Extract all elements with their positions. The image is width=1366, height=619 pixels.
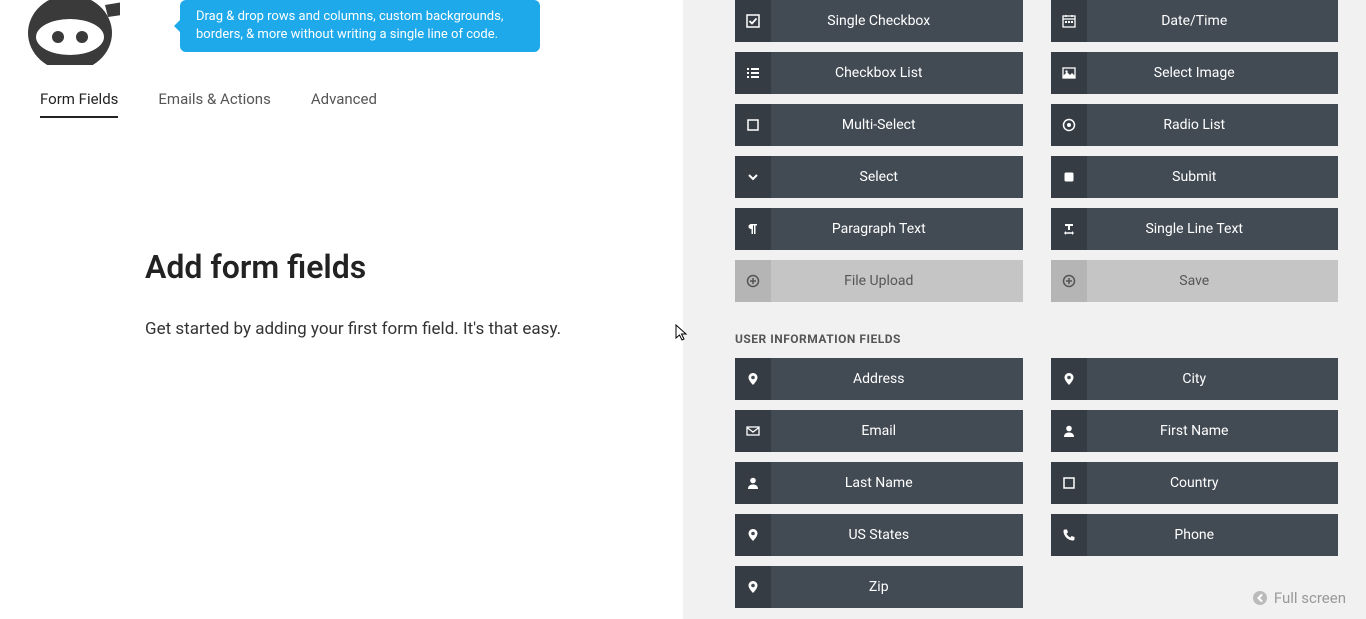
field-label: File Upload <box>771 273 1023 289</box>
field-submit[interactable]: Submit <box>1051 156 1339 198</box>
ninja-logo <box>20 0 120 65</box>
user-icon <box>1051 410 1087 452</box>
user-fields-header: USER INFORMATION FIELDS <box>735 332 1338 346</box>
field-file-upload: File Upload <box>735 260 1023 302</box>
text-width-icon <box>1051 208 1087 250</box>
field-select[interactable]: Select <box>735 156 1023 198</box>
field-label: Phone <box>1087 527 1339 543</box>
field-select-image[interactable]: Select Image <box>1051 52 1339 94</box>
field-label: Select Image <box>1087 65 1339 81</box>
user-field-city[interactable]: City <box>1051 358 1339 400</box>
field-label: Multi-Select <box>771 117 1023 133</box>
field-date-time[interactable]: Date/Time <box>1051 0 1339 42</box>
list-icon <box>735 52 771 94</box>
field-single-checkbox[interactable]: Single Checkbox <box>735 0 1023 42</box>
tab-emails-actions[interactable]: Emails & Actions <box>158 90 270 118</box>
field-label: City <box>1087 371 1339 387</box>
user-field-phone[interactable]: Phone <box>1051 514 1339 556</box>
field-label: Submit <box>1087 169 1339 185</box>
field-paragraph-text[interactable]: Paragraph Text <box>735 208 1023 250</box>
map-marker-icon <box>735 514 771 556</box>
field-label: Checkbox List <box>771 65 1023 81</box>
calendar-icon <box>1051 0 1087 42</box>
fullscreen-label: Full screen <box>1274 589 1346 607</box>
check-square-icon <box>735 0 771 42</box>
envelope-icon <box>735 410 771 452</box>
page-title: Add form fields <box>145 248 643 286</box>
field-save: Save <box>1051 260 1339 302</box>
plus-circle-icon <box>735 260 771 302</box>
square-icon <box>735 104 771 146</box>
field-label: First Name <box>1087 423 1339 439</box>
field-label: Paragraph Text <box>771 221 1023 237</box>
plus-circle-icon <box>1051 260 1087 302</box>
field-label: Select <box>771 169 1023 185</box>
field-radio-list[interactable]: Radio List <box>1051 104 1339 146</box>
common-fields-grid: Single Checkbox Date/Time Checkbox List Sel… <box>735 0 1338 302</box>
field-multi-select[interactable]: Multi-Select <box>735 104 1023 146</box>
user-field-email[interactable]: Email <box>735 410 1023 452</box>
user-field-first-name[interactable]: First Name <box>1051 410 1339 452</box>
field-label: US States <box>771 527 1023 543</box>
user-icon <box>735 462 771 504</box>
field-single-line-text[interactable]: Single Line Text <box>1051 208 1339 250</box>
paragraph-icon <box>735 208 771 250</box>
field-label: Last Name <box>771 475 1023 491</box>
field-label: Date/Time <box>1087 13 1339 29</box>
map-marker-icon <box>735 358 771 400</box>
field-label: Country <box>1087 475 1339 491</box>
field-checkbox-list[interactable]: Checkbox List <box>735 52 1023 94</box>
user-field-country[interactable]: Country <box>1051 462 1339 504</box>
field-label: Radio List <box>1087 117 1339 133</box>
field-label: Zip <box>771 579 1023 595</box>
square-filled-icon <box>1051 156 1087 198</box>
tab-advanced[interactable]: Advanced <box>311 90 377 118</box>
page-subtitle: Get started by adding your first form fi… <box>145 316 565 343</box>
user-fields-grid: Address City Email First Name Last Name Count… <box>735 358 1338 608</box>
user-field-address[interactable]: Address <box>735 358 1023 400</box>
user-field-zip[interactable]: Zip <box>735 566 1023 608</box>
dot-circle-icon <box>1051 104 1087 146</box>
field-label: Address <box>771 371 1023 387</box>
tab-bar: Form Fields Emails & Actions Advanced <box>0 90 683 118</box>
field-label: Single Checkbox <box>771 13 1023 29</box>
field-label: Single Line Text <box>1087 221 1339 237</box>
phone-icon <box>1051 514 1087 556</box>
fullscreen-toggle[interactable]: Full screen <box>1252 589 1346 607</box>
map-marker-icon <box>735 566 771 608</box>
promo-tooltip: Drag & drop rows and columns, custom bac… <box>180 0 540 52</box>
field-label: Save <box>1087 273 1339 289</box>
image-icon <box>1051 52 1087 94</box>
user-field-last-name[interactable]: Last Name <box>735 462 1023 504</box>
field-label: Email <box>771 423 1023 439</box>
arrow-left-circle-icon <box>1252 590 1268 606</box>
tab-form-fields[interactable]: Form Fields <box>40 90 118 118</box>
square-icon <box>1051 462 1087 504</box>
user-field-us-states[interactable]: US States <box>735 514 1023 556</box>
chevron-down-icon <box>735 156 771 198</box>
map-marker-icon <box>1051 358 1087 400</box>
